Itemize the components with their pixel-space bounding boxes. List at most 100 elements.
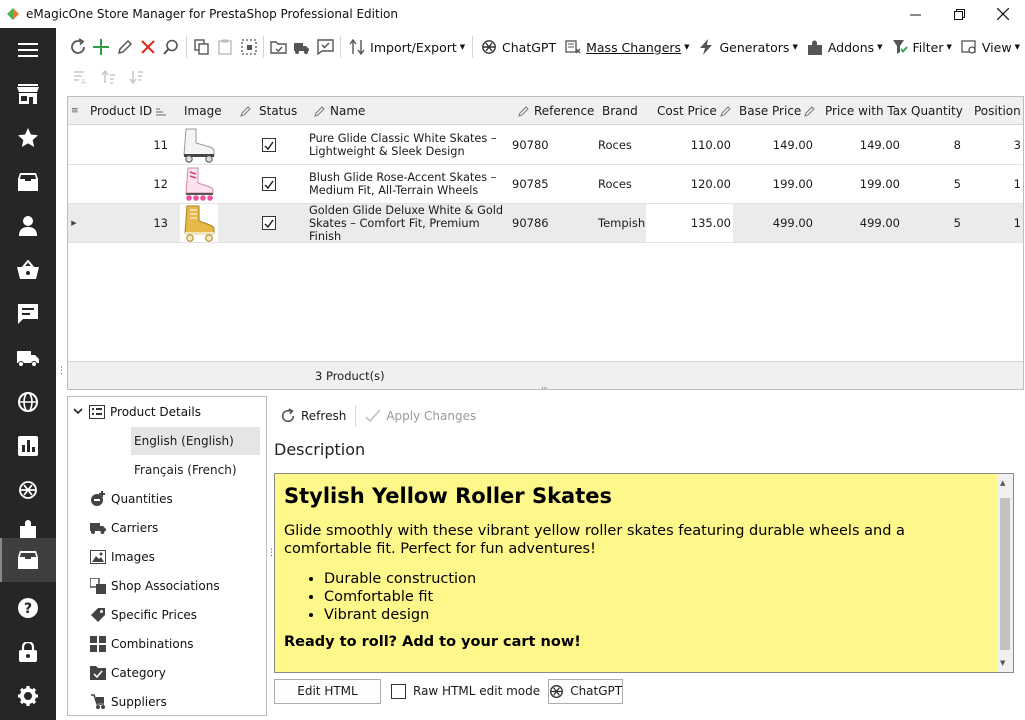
move-to-category-button[interactable] xyxy=(267,33,290,61)
column-position[interactable]: Position xyxy=(974,97,1021,125)
restore-button[interactable] xyxy=(937,0,981,28)
tree-item-french[interactable]: Français (French) xyxy=(131,456,260,484)
raw-html-checkbox[interactable] xyxy=(391,683,406,699)
nav-messages[interactable] xyxy=(0,292,56,336)
copy-icon xyxy=(193,39,209,55)
cell-status[interactable] xyxy=(262,204,282,242)
column-brand[interactable]: Brand xyxy=(602,97,638,125)
select-button[interactable] xyxy=(237,33,260,61)
table-row[interactable]: 11 Pure Glide Classic White Skates – Lig… xyxy=(68,126,1023,165)
column-product-id[interactable]: Product ID xyxy=(90,97,167,125)
approve-button[interactable] xyxy=(314,33,337,61)
column-image[interactable]: Image xyxy=(184,97,222,125)
nav-store[interactable] xyxy=(0,72,56,116)
nav-security[interactable] xyxy=(0,630,56,674)
cell-name: Pure Glide Classic White Skates – Lightw… xyxy=(309,132,497,158)
nav-shipping[interactable] xyxy=(0,336,56,380)
mass-changers-menu[interactable]: Mass Changers ▼ xyxy=(560,33,693,61)
column-chooser-icon[interactable]: ≡ xyxy=(71,97,79,125)
apply-changes-button[interactable]: Apply Changes xyxy=(359,403,482,429)
cell-cost-price-focused[interactable]: 135.00 xyxy=(646,204,733,242)
table-row-selected[interactable]: ▶ 13 Golden Glide Deluxe White & Gold Sk… xyxy=(68,204,1023,243)
status-checkbox[interactable] xyxy=(262,138,276,152)
hamburger-menu-icon xyxy=(18,43,38,57)
chatgpt-button[interactable]: ChatGPT xyxy=(476,33,560,61)
search-icon xyxy=(163,39,179,55)
scroll-down-icon[interactable]: ▼ xyxy=(1000,659,1005,667)
toolbar-separator xyxy=(340,36,342,58)
view-menu[interactable]: View ▼ xyxy=(956,33,1024,61)
nav-reports[interactable] xyxy=(0,424,56,468)
window-controls xyxy=(893,0,1025,28)
column-price-with-tax[interactable]: Price with Tax xyxy=(825,97,907,125)
nav-archive[interactable] xyxy=(0,160,56,204)
minimize-button[interactable] xyxy=(893,0,937,28)
scrollbar-thumb[interactable] xyxy=(1000,498,1010,650)
tree-item-quantities[interactable]: Quantities xyxy=(90,486,173,512)
filter-menu[interactable]: Filter ▼ xyxy=(887,33,956,61)
move-up-button[interactable] xyxy=(94,63,122,91)
column-cost-price[interactable]: Cost Price xyxy=(657,97,731,125)
tree-item-english[interactable]: English (English) xyxy=(131,427,260,455)
column-base-price[interactable]: Base Price xyxy=(739,97,816,125)
nav-customers[interactable] xyxy=(0,204,56,248)
svg-text:?: ? xyxy=(24,601,32,617)
vertical-splitter-handle[interactable]: ⋮ xyxy=(57,366,66,376)
status-checkbox[interactable] xyxy=(262,216,276,230)
close-button[interactable] xyxy=(981,0,1025,28)
hamburger-menu-button[interactable] xyxy=(0,28,56,72)
raw-html-toggle[interactable]: Raw HTML edit mode xyxy=(391,683,540,699)
nav-chatgpt[interactable] xyxy=(0,468,56,512)
restore-icon xyxy=(953,8,965,20)
edit-button[interactable] xyxy=(113,33,136,61)
tree-item-specific-prices[interactable]: Specific Prices xyxy=(90,602,197,628)
tree-item-category[interactable]: Category xyxy=(90,660,166,686)
grid-header: ≡ Product ID Image Status Name Reference… xyxy=(68,97,1023,125)
nav-localization[interactable] xyxy=(0,380,56,424)
assign-button[interactable] xyxy=(290,33,313,61)
column-name[interactable]: Name xyxy=(314,97,365,125)
pencil-icon xyxy=(240,105,251,117)
refresh-button[interactable] xyxy=(66,33,89,61)
description-content: Stylish Yellow Roller Skates Glide smoot… xyxy=(284,484,994,650)
add-button[interactable] xyxy=(89,33,112,61)
tree-item-combinations[interactable]: Combinations xyxy=(90,631,194,657)
nav-favorites[interactable] xyxy=(0,116,56,160)
description-scrollbar[interactable]: ▲ ▼ xyxy=(997,474,1013,672)
import-export-menu[interactable]: Import/Export ▼ xyxy=(344,33,469,61)
scroll-up-icon[interactable]: ▲ xyxy=(1000,479,1005,487)
delete-button[interactable] xyxy=(136,33,159,61)
status-checkbox[interactable] xyxy=(262,177,276,191)
column-status[interactable]: Status xyxy=(240,97,297,125)
search-button[interactable] xyxy=(160,33,183,61)
description-editor[interactable]: Stylish Yellow Roller Skates Glide smoot… xyxy=(274,473,1014,673)
paste-button[interactable] xyxy=(213,33,236,61)
cell-status[interactable] xyxy=(262,165,282,203)
tree-item-suppliers[interactable]: Suppliers xyxy=(90,689,167,715)
column-reference[interactable]: Reference xyxy=(518,97,594,125)
refresh-description-button[interactable]: Refresh xyxy=(274,403,352,429)
edit-html-button[interactable]: Edit HTML xyxy=(274,678,381,704)
tree-item-shop-associations[interactable]: Shop Associations xyxy=(90,573,220,599)
copy-button[interactable] xyxy=(190,33,213,61)
tree-item-images[interactable]: Images xyxy=(90,544,155,570)
nav-settings[interactable] xyxy=(0,674,56,718)
help-icon: ? xyxy=(18,598,38,618)
move-down-button[interactable] xyxy=(122,63,150,91)
sort-az-button[interactable]: A xyxy=(66,63,94,91)
chatgpt-description-button[interactable]: ChatGPT xyxy=(548,678,624,704)
nav-products[interactable] xyxy=(0,538,56,582)
cell-status[interactable] xyxy=(262,126,282,164)
nav-orders[interactable] xyxy=(0,248,56,292)
addons-menu[interactable]: Addons ▼ xyxy=(802,33,887,61)
tree-item-carriers[interactable]: Carriers xyxy=(90,515,158,541)
nav-addons[interactable] xyxy=(0,512,56,538)
tree-item-product-details[interactable]: Product Details xyxy=(73,399,201,425)
import-export-label: Import/Export xyxy=(370,39,457,55)
truck-arrow-icon xyxy=(294,43,310,54)
table-row[interactable]: 12 Blush Glide Rose-Accent Skates – Medi… xyxy=(68,165,1023,204)
nav-help[interactable]: ? xyxy=(0,586,56,630)
horizontal-splitter-handle[interactable]: ··· xyxy=(541,384,548,394)
generators-menu[interactable]: Generators ▼ xyxy=(693,33,801,61)
column-quantity[interactable]: Quantity xyxy=(911,97,963,125)
